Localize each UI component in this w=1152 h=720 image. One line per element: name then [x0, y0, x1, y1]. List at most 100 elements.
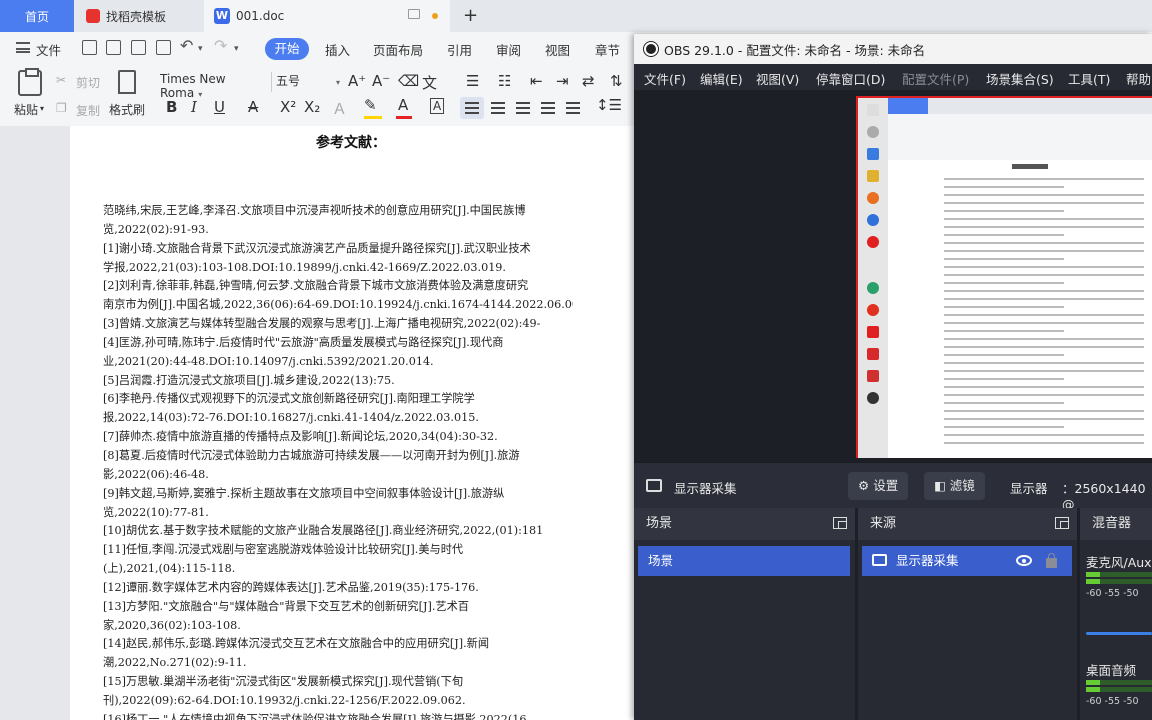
obs-menu-file[interactable]: 文件(F) — [644, 69, 686, 88]
cut-icon[interactable]: ✂ — [56, 73, 66, 87]
source-toolbar: 显示器采集 ⚙ 设置 ◧ 滤镜 显示器 ：2560x1440 @ — [634, 462, 1152, 512]
highlight-icon[interactable]: ✎ — [364, 96, 377, 114]
align-right-icon[interactable] — [516, 102, 530, 114]
obs-menu-help[interactable]: 帮助 — [1126, 69, 1151, 88]
preview-text-line — [944, 226, 1144, 228]
menu-tab-start[interactable]: 开始 — [265, 38, 309, 60]
tab-document[interactable]: W 001.doc — [204, 0, 450, 32]
obs-menu-scene-collection[interactable]: 场景集合(S) — [986, 69, 1054, 88]
paste-dropdown-icon[interactable]: ▾ — [40, 104, 44, 113]
copy-icon[interactable]: ❐ — [56, 101, 67, 115]
font-size-select[interactable]: 五号 ▾ — [276, 72, 342, 92]
align-center-icon[interactable] — [491, 102, 505, 114]
line-spacing-icon[interactable]: ↕☰ — [596, 96, 622, 114]
more-dropdown-icon[interactable]: ▾ — [234, 44, 239, 54]
redo-icon[interactable]: ↷ — [214, 36, 227, 55]
visibility-eye-icon[interactable] — [1016, 555, 1032, 566]
screen-icon[interactable] — [408, 9, 420, 19]
app-icon — [867, 236, 879, 248]
obs-menu-profile[interactable]: 配置文件(P) — [902, 69, 969, 88]
tab-template[interactable]: 找稻壳模板 — [76, 0, 200, 32]
desktop-scale: -60 -55 -50 — [1086, 696, 1139, 707]
underline-button[interactable]: U — [214, 98, 225, 116]
superscript-button[interactable]: X² — [280, 98, 296, 116]
reference-line: [4]匡游,孙可晴,陈玮宁.后疫情时代"云旅游"高质量发展模式与路径探究[J].… — [103, 335, 504, 349]
distribute-icon[interactable] — [566, 102, 580, 114]
sources-header: 来源 — [858, 508, 1077, 540]
undo-icon[interactable]: ↶ — [180, 36, 193, 55]
scene-item[interactable]: 场景 — [638, 546, 850, 576]
print-preview-icon[interactable] — [156, 40, 171, 55]
char-border-button[interactable]: A — [430, 98, 445, 114]
sources-title: 来源 — [870, 516, 897, 531]
align-left-icon[interactable] — [465, 102, 479, 114]
docer-icon — [86, 9, 100, 23]
format-painter-icon[interactable] — [118, 70, 136, 94]
increase-indent-icon[interactable]: ⇥ — [556, 72, 569, 90]
hamburger-icon[interactable] — [16, 42, 30, 53]
phonetic-icon[interactable]: 文 — [422, 72, 437, 93]
preview-text-line — [944, 266, 1144, 268]
subscript-button[interactable]: X₂ — [304, 98, 320, 116]
shrink-font-button[interactable]: A⁻ — [372, 72, 390, 90]
paste-button[interactable]: 粘贴 — [14, 101, 38, 118]
reference-line: [12]谭丽.数字媒体艺术内容的跨媒体表达[J].艺术品鉴,2019(35):1… — [103, 580, 479, 594]
obs-menu-view[interactable]: 视图(V) — [756, 69, 799, 88]
save-icon[interactable] — [82, 40, 97, 55]
desktop-level-fill — [1086, 680, 1100, 685]
undock-icon[interactable] — [1055, 517, 1069, 529]
obs-menu-tools[interactable]: 工具(T) — [1068, 69, 1110, 88]
obs-menu-docks[interactable]: 停靠窗口(D) — [816, 69, 885, 88]
menu-tab-view[interactable]: 视图 — [545, 40, 570, 59]
undo-dropdown-icon[interactable]: ▾ — [198, 44, 203, 54]
menu-tab-references[interactable]: 引用 — [447, 40, 472, 59]
source-filters-button[interactable]: ◧ 滤镜 — [924, 472, 985, 500]
menu-tab-review[interactable]: 审阅 — [496, 40, 521, 59]
menu-file[interactable]: 文件 — [36, 40, 61, 59]
format-painter-button[interactable]: 格式刷 — [109, 101, 145, 118]
menu-tab-layout[interactable]: 页面布局 — [373, 40, 423, 59]
start-icon — [867, 104, 879, 116]
strikethrough-button[interactable]: A — [248, 98, 258, 116]
display-resolution-select[interactable]: ：2560x1440 @ — [1062, 478, 1152, 512]
monitor-icon — [872, 554, 887, 566]
sources-dock: 来源 显示器采集 — [858, 508, 1080, 720]
italic-button[interactable]: I — [191, 98, 197, 116]
number-list-icon[interactable]: ☷ — [498, 72, 511, 90]
grow-font-button[interactable]: A⁺ — [348, 72, 366, 90]
clear-format-icon[interactable]: ⌫ — [398, 72, 419, 90]
undock-icon[interactable] — [833, 517, 847, 529]
source-settings-button[interactable]: ⚙ 设置 — [848, 472, 909, 500]
paste-icon[interactable] — [18, 68, 42, 96]
lock-icon[interactable] — [1046, 553, 1057, 568]
copy-button[interactable]: 复制 — [76, 102, 100, 119]
filters-label: 滤镜 — [949, 478, 975, 493]
bold-button[interactable]: B — [166, 98, 177, 116]
justify-icon[interactable] — [541, 102, 555, 114]
sort-icon[interactable]: ⇅ — [610, 72, 623, 90]
font-name-select[interactable]: Times New Roma ▾ — [160, 72, 272, 100]
desktop-level-meter — [1086, 687, 1152, 692]
tab-home[interactable]: 首页 — [0, 0, 74, 32]
reference-line: [14]赵民,郝伟乐,彭璐.跨媒体沉浸式交互艺术在文旅融合中的应用研究[J].新… — [103, 637, 490, 651]
cut-button[interactable]: 剪切 — [76, 74, 100, 91]
export-icon[interactable] — [106, 40, 121, 55]
obs-preview[interactable] — [634, 90, 1152, 462]
menu-tab-section[interactable]: 章节 — [595, 40, 620, 59]
word-doc-icon: W — [214, 8, 230, 24]
print-icon[interactable] — [131, 40, 146, 55]
obs-menu-edit[interactable]: 编辑(E) — [700, 69, 743, 88]
font-color-button[interactable]: A — [398, 96, 408, 114]
bullet-list-icon[interactable]: ☰ — [466, 72, 479, 90]
decrease-indent-icon[interactable]: ⇤ — [530, 72, 543, 90]
preview-text-line — [944, 338, 1144, 340]
new-tab-plus-icon[interactable]: + — [463, 5, 478, 26]
source-item[interactable]: 显示器采集 — [862, 546, 1072, 576]
folder-icon — [867, 170, 879, 182]
reference-line: 览,2022(02):91-93. — [103, 222, 209, 236]
menu-tab-insert[interactable]: 插入 — [325, 40, 350, 59]
preview-text-line — [944, 186, 1064, 188]
text-direction-icon[interactable]: ⇄ — [582, 72, 595, 90]
mic-volume-slider[interactable] — [1086, 632, 1152, 635]
text-effect-icon[interactable]: Ａ — [332, 98, 347, 119]
